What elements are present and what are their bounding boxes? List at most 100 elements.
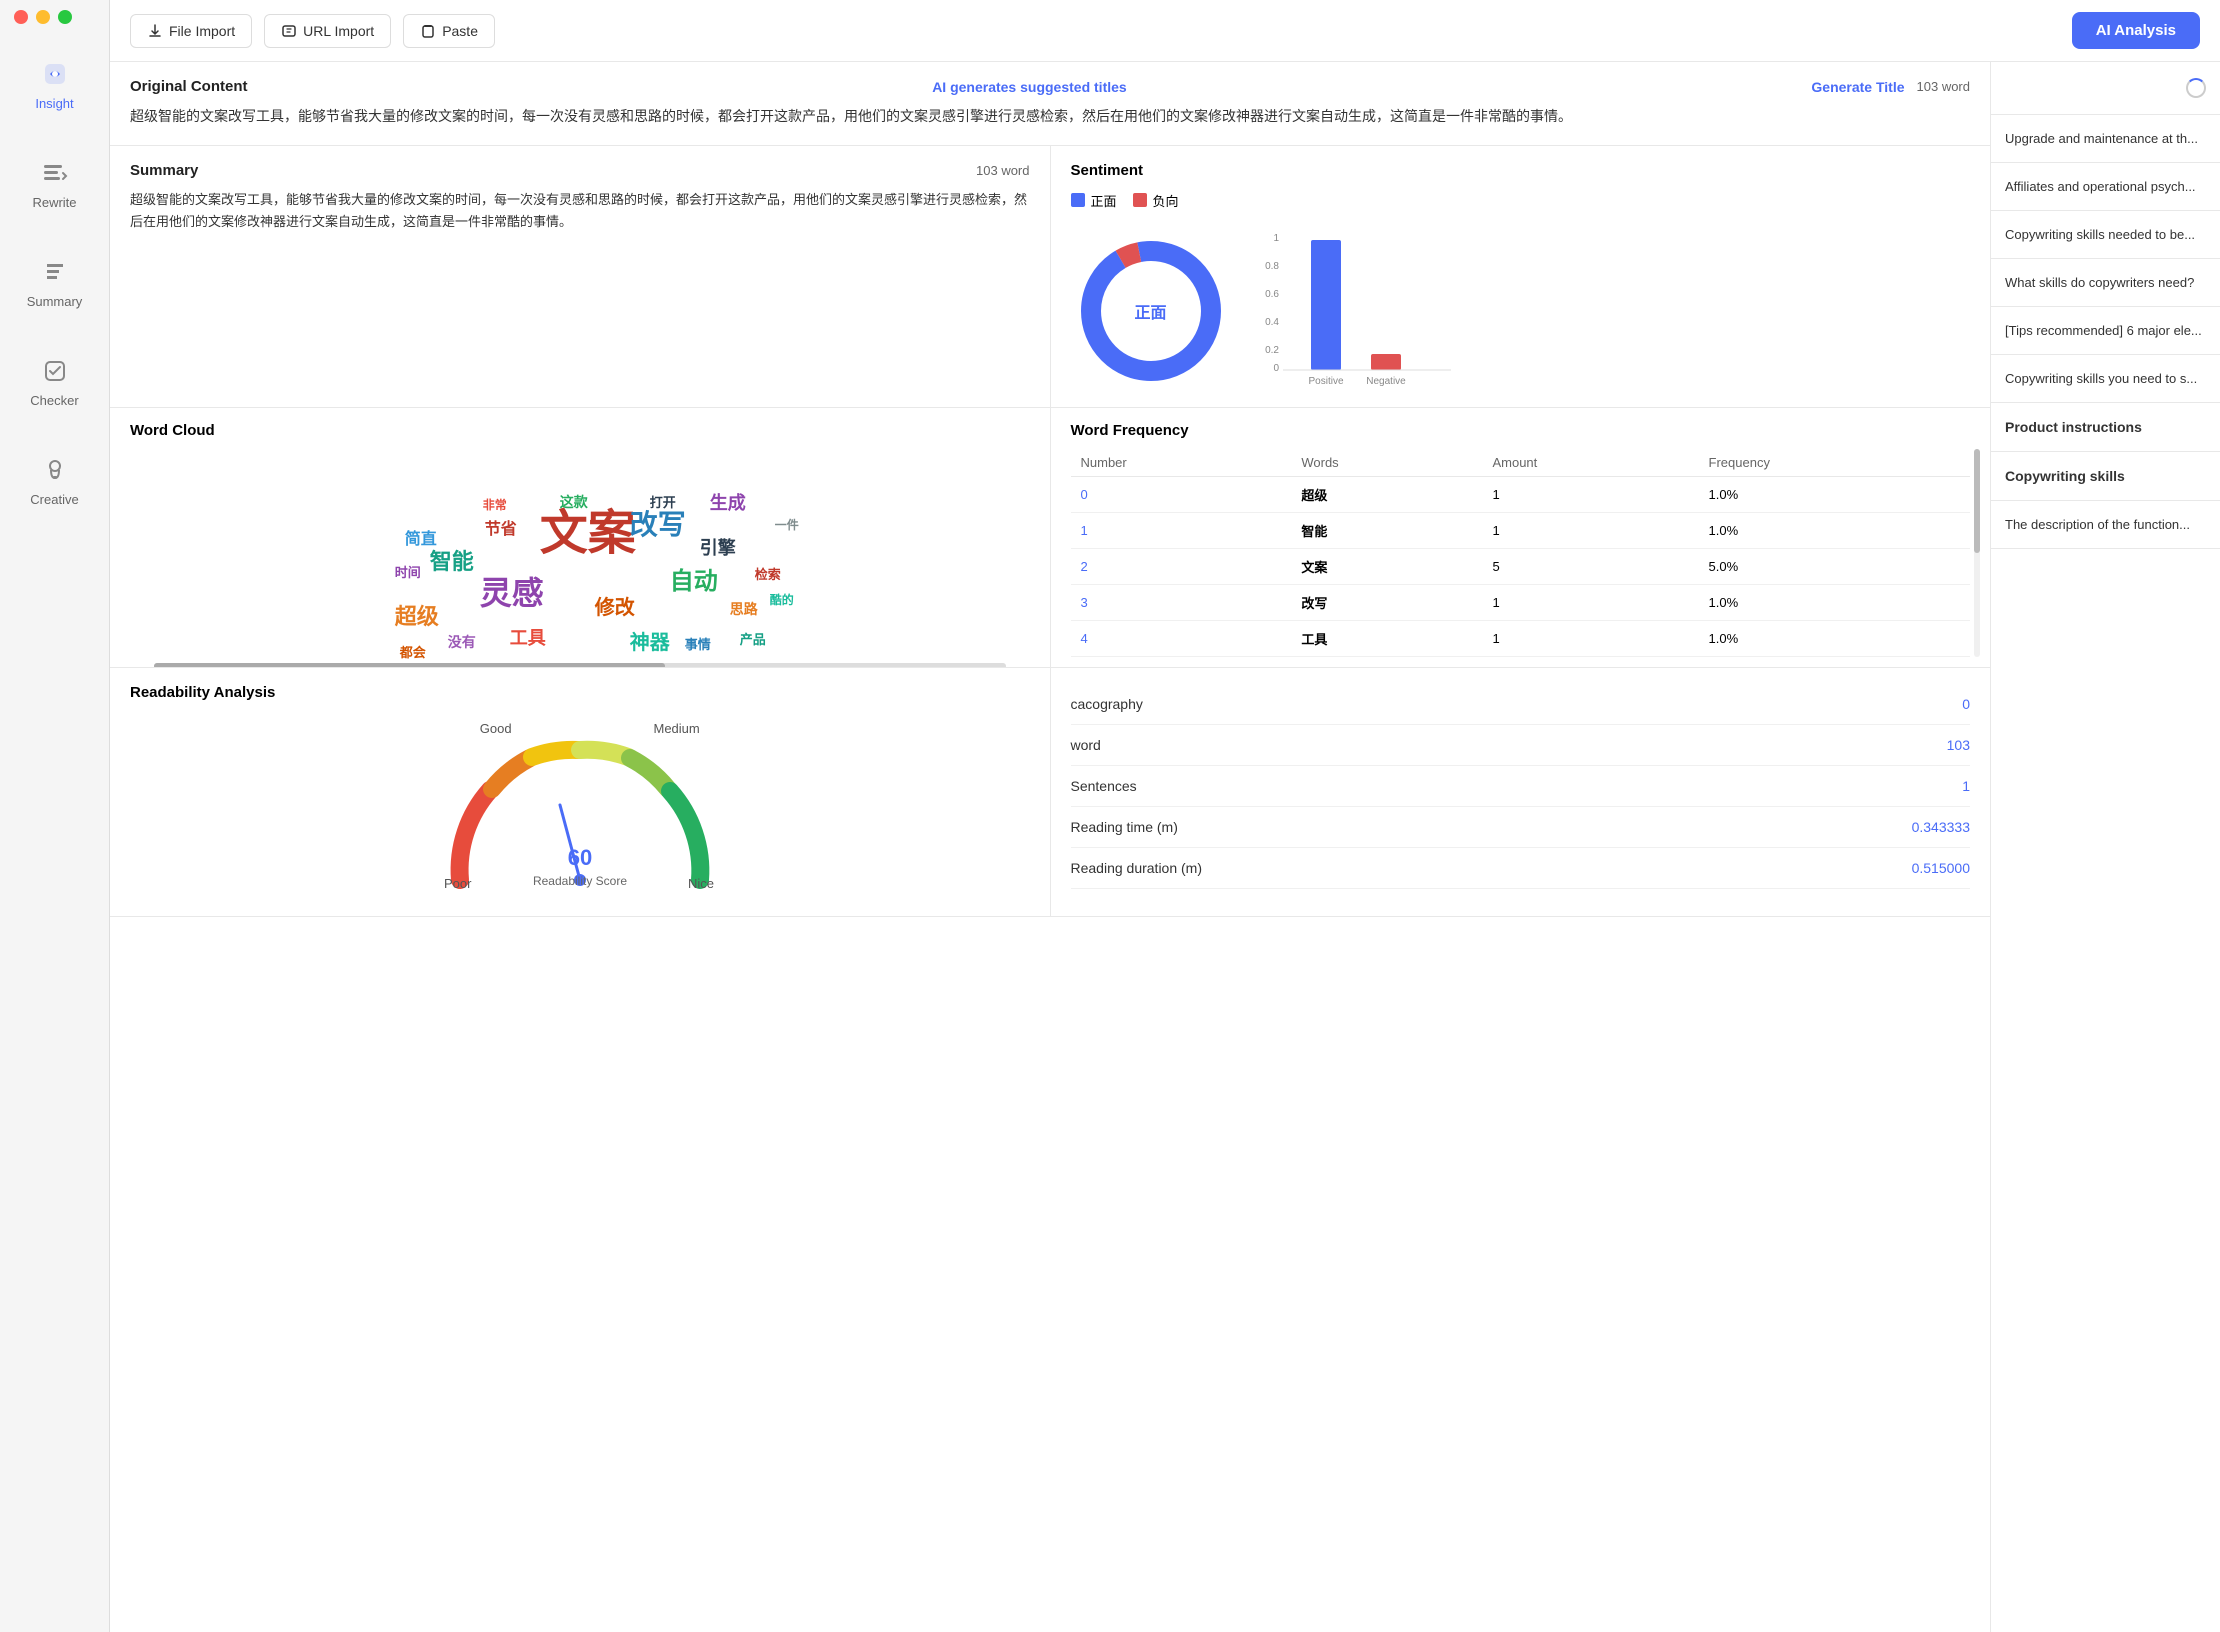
close-button[interactable] — [14, 10, 28, 24]
right-panel-item[interactable]: [Tips recommended] 6 major ele... — [1991, 307, 2220, 355]
cell-number: 4 — [1071, 620, 1292, 656]
svg-text:0.4: 0.4 — [1265, 317, 1279, 328]
metric-row: word 103 — [1071, 725, 1971, 766]
summary-section: Summary 103 word 超级智能的文案改写工具，能够节省我大量的修改文… — [110, 146, 1051, 407]
cell-frequency: 1.0% — [1699, 620, 1970, 656]
original-content-header: Original Content AI generates suggested … — [130, 78, 1970, 95]
metric-label: cacography — [1071, 696, 1143, 712]
right-panel-item[interactable]: Product instructions — [1991, 403, 2220, 452]
paste-icon — [420, 23, 436, 39]
left-panel[interactable]: Original Content AI generates suggested … — [110, 62, 1990, 1632]
cell-frequency: 5.0% — [1699, 548, 1970, 584]
summary-icon — [37, 254, 73, 290]
metric-value: 0.343333 — [1912, 819, 1970, 835]
svg-text:60: 60 — [568, 845, 592, 870]
sidebar-item-checker[interactable]: Checker — [0, 341, 109, 420]
url-import-icon — [281, 23, 297, 39]
cell-amount: 1 — [1482, 512, 1698, 548]
cell-frequency: 1.0% — [1699, 476, 1970, 512]
summary-label: Summary — [27, 294, 83, 309]
loading-spinner — [2186, 78, 2206, 98]
content-area: Original Content AI generates suggested … — [110, 62, 2220, 1632]
traffic-lights — [0, 10, 72, 24]
cell-amount: 1 — [1482, 476, 1698, 512]
word-cloud-section: Word Cloud 文案 灵感 改写 自动 超级 智能 修改 引擎 生成 — [110, 408, 1051, 667]
cell-word: 超级 — [1291, 476, 1482, 512]
checker-label: Checker — [30, 393, 78, 408]
cloud-word-超级: 超级 — [395, 604, 439, 629]
cell-number: 1 — [1071, 512, 1292, 548]
word-cloud-scrollbar-thumb[interactable] — [154, 663, 665, 667]
cloud-word-非常: 非常 — [483, 497, 507, 512]
right-panel-item[interactable]: The description of the function... — [1991, 501, 2220, 549]
metric-label: Reading time (m) — [1071, 819, 1178, 835]
cell-amount: 1 — [1482, 584, 1698, 620]
ai-analysis-button[interactable]: AI Analysis — [2072, 12, 2200, 49]
cloud-word-神器: 神器 — [630, 630, 671, 654]
right-panel: Upgrade and maintenance at th...Affiliat… — [1990, 62, 2220, 1632]
table-row: 2 文案 5 5.0% — [1071, 548, 1971, 584]
maximize-button[interactable] — [58, 10, 72, 24]
col-number: Number — [1071, 449, 1292, 477]
file-import-button[interactable]: File Import — [130, 14, 252, 48]
svg-text:0.2: 0.2 — [1265, 345, 1279, 356]
cell-word: 智能 — [1291, 512, 1482, 548]
sidebar-item-summary[interactable]: Summary — [0, 242, 109, 321]
table-row: 1 智能 1 1.0% — [1071, 512, 1971, 548]
right-panel-item[interactable]: What skills do copywriters need? — [1991, 259, 2220, 307]
url-import-button[interactable]: URL Import — [264, 14, 391, 48]
generate-title-label: Generate Title — [1811, 79, 1904, 95]
minimize-button[interactable] — [36, 10, 50, 24]
cloud-word-修改: 修改 — [594, 595, 636, 619]
cloud-word-思路: 思路 — [730, 601, 759, 617]
summary-header: Summary 103 word — [130, 162, 1030, 179]
right-panel-item[interactable]: Copywriting skills — [1991, 452, 2220, 501]
donut-label: 正面 — [1134, 299, 1166, 323]
svg-text:Positive: Positive — [1308, 376, 1343, 386]
readability-title: Readability Analysis — [130, 684, 1030, 701]
right-panel-item[interactable]: Copywriting skills you need to s... — [1991, 355, 2220, 403]
cloud-word-都会: 都会 — [399, 645, 427, 659]
readability-row: Readability Analysis Good Medium — [110, 668, 1990, 917]
word-frequency-table: Number Words Amount Frequency 0 超级 1 1.0… — [1071, 449, 1971, 657]
positive-legend: 正面 — [1071, 191, 1117, 210]
right-items-container: Upgrade and maintenance at th...Affiliat… — [1991, 115, 2220, 549]
sidebar-item-rewrite[interactable]: Rewrite — [0, 143, 109, 222]
ai-generates-label: AI generates suggested titles — [932, 79, 1127, 95]
negative-legend: 负向 — [1133, 191, 1179, 210]
svg-text:Poor: Poor — [444, 876, 472, 891]
original-content-section: Original Content AI generates suggested … — [110, 62, 1990, 146]
table-row: 4 工具 1 1.0% — [1071, 620, 1971, 656]
toolbar: File Import URL Import Paste AI Analysis — [110, 0, 2220, 62]
donut-chart: 正面 — [1071, 231, 1231, 391]
paste-button[interactable]: Paste — [403, 14, 495, 48]
word-cloud-title: Word Cloud — [130, 422, 1030, 439]
original-text: 超级智能的文案改写工具，能够节省我大量的修改文案的时间，每一次没有灵感和思路的时… — [130, 105, 1970, 129]
file-import-label: File Import — [169, 23, 235, 39]
cloud-word-改写: 改写 — [630, 509, 686, 540]
generate-title-button[interactable]: Generate Title — [1811, 79, 1904, 95]
positive-dot — [1071, 193, 1085, 207]
cloud-word-生成: 生成 — [710, 492, 746, 513]
metric-label: word — [1071, 737, 1101, 753]
cell-number: 0 — [1071, 476, 1292, 512]
sentiment-charts: 正面 1 0.8 0.6 0.4 0.2 0 — [1071, 226, 1971, 391]
metric-label: Reading duration (m) — [1071, 860, 1203, 876]
cloud-word-工具: 工具 — [510, 628, 546, 648]
creative-label: Creative — [30, 492, 78, 507]
gauge-medium-label: Medium — [654, 721, 700, 736]
right-panel-item[interactable]: Copywriting skills needed to be... — [1991, 211, 2220, 259]
right-panel-item[interactable]: Affiliates and operational psych... — [1991, 163, 2220, 211]
sidebar-item-insight[interactable]: Insight — [0, 44, 109, 123]
sentiment-section: Sentiment 正面 负向 — [1051, 146, 1991, 407]
gauge-svg: Poor Nice 60 Readability Score — [430, 740, 730, 900]
sentiment-title: Sentiment — [1071, 162, 1971, 179]
cloud-word-节省: 节省 — [485, 519, 517, 538]
cloud-word-酷的: 酷的 — [770, 592, 794, 607]
cloud-word-时间: 时间 — [395, 565, 421, 580]
metric-value: 1 — [1962, 778, 1970, 794]
svg-text:0.6: 0.6 — [1265, 289, 1279, 300]
right-panel-item[interactable]: Upgrade and maintenance at th... — [1991, 115, 2220, 163]
sidebar-item-creative[interactable]: Creative — [0, 440, 109, 519]
svg-text:1: 1 — [1273, 233, 1279, 244]
